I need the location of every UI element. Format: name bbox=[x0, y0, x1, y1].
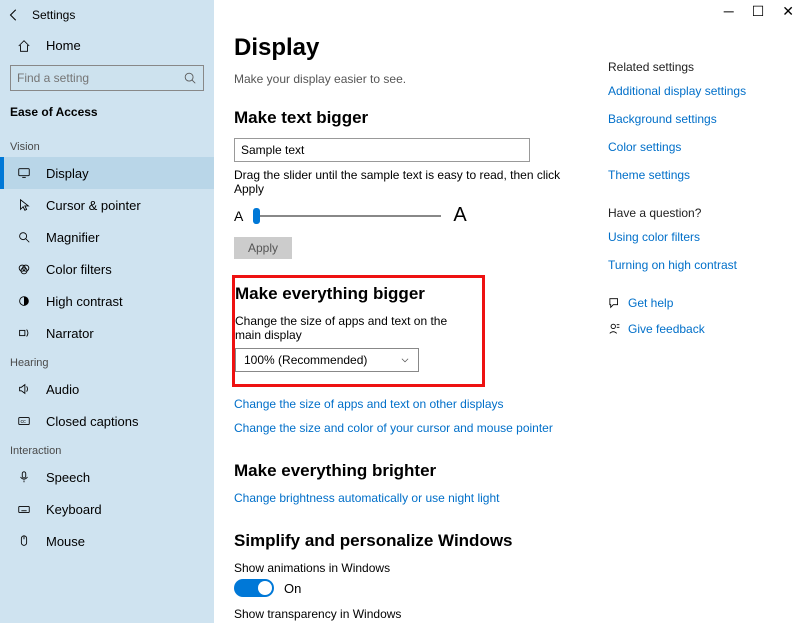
animations-toggle[interactable] bbox=[234, 579, 274, 597]
chevron-down-icon bbox=[400, 355, 410, 365]
transparency-label: Show transparency in Windows bbox=[234, 607, 584, 621]
sidebar-item-label: Mouse bbox=[46, 534, 85, 549]
a-small-icon: A bbox=[234, 208, 243, 224]
speech-icon bbox=[16, 470, 32, 484]
sidebar-item-mouse[interactable]: Mouse bbox=[0, 525, 214, 557]
link-brightness[interactable]: Change brightness automatically or use n… bbox=[234, 491, 584, 505]
home-label: Home bbox=[46, 38, 81, 53]
svg-text:cc: cc bbox=[21, 419, 27, 425]
sidebar-item-cursor[interactable]: Cursor & pointer bbox=[0, 189, 214, 221]
get-help-link[interactable]: Get help bbox=[608, 296, 778, 310]
sidebar-item-label: Cursor & pointer bbox=[46, 198, 141, 213]
back-icon[interactable] bbox=[0, 8, 28, 22]
dropdown-value: 100% (Recommended) bbox=[244, 353, 367, 367]
sidebar-item-label: High contrast bbox=[46, 294, 123, 309]
sidebar-item-colorfilters[interactable]: Color filters bbox=[0, 253, 214, 285]
keyboard-icon bbox=[16, 502, 32, 516]
related-link[interactable]: Additional display settings bbox=[608, 84, 778, 98]
slider-hint: Drag the slider until the sample text is… bbox=[234, 168, 584, 196]
related-link[interactable]: Theme settings bbox=[608, 168, 778, 182]
sidebar-item-label: Audio bbox=[46, 382, 79, 397]
sidebar-item-narrator[interactable]: Narrator bbox=[0, 317, 214, 349]
feedback-icon bbox=[608, 322, 628, 336]
animations-label: Show animations in Windows bbox=[234, 561, 584, 575]
text-size-slider[interactable] bbox=[253, 215, 441, 217]
sidebar-item-label: Color filters bbox=[46, 262, 112, 277]
sidebar-item-label: Keyboard bbox=[46, 502, 102, 517]
close-button[interactable]: ✕ bbox=[782, 4, 794, 18]
app-title: Settings bbox=[28, 8, 75, 22]
related-heading: Related settings bbox=[608, 60, 778, 74]
link-cursor-size[interactable]: Change the size and color of your cursor… bbox=[234, 421, 584, 435]
sidebar-item-audio[interactable]: Audio bbox=[0, 373, 214, 405]
feedback-link[interactable]: Give feedback bbox=[608, 322, 778, 336]
home-icon bbox=[16, 39, 32, 53]
scale-label: Change the size of apps and text on the … bbox=[235, 314, 472, 342]
sidebar-item-captions[interactable]: cc Closed captions bbox=[0, 405, 214, 437]
sidebar-item-label: Display bbox=[46, 166, 89, 181]
sidebar-item-label: Magnifier bbox=[46, 230, 99, 245]
highlighted-section: Make everything bigger Change the size o… bbox=[232, 275, 485, 387]
slider-thumb[interactable] bbox=[253, 208, 260, 224]
narrator-icon bbox=[16, 326, 32, 340]
help-icon bbox=[608, 297, 628, 309]
section-brighter-heading: Make everything brighter bbox=[234, 461, 584, 481]
nav-group-label: Interaction bbox=[0, 437, 214, 461]
question-link[interactable]: Turning on high contrast bbox=[608, 258, 778, 272]
audio-icon bbox=[16, 382, 32, 396]
question-heading: Have a question? bbox=[608, 206, 778, 220]
search-icon bbox=[183, 71, 197, 85]
colorfilters-icon bbox=[16, 262, 32, 276]
page-subtitle: Make your display easier to see. bbox=[234, 72, 584, 86]
sidebar-item-highcontrast[interactable]: High contrast bbox=[0, 285, 214, 317]
cursor-icon bbox=[16, 198, 32, 212]
a-big-icon: A bbox=[453, 204, 466, 227]
sidebar-item-label: Narrator bbox=[46, 326, 94, 341]
scale-dropdown[interactable]: 100% (Recommended) bbox=[235, 348, 419, 372]
page-title: Display bbox=[234, 34, 584, 62]
nav-group-label: Hearing bbox=[0, 349, 214, 373]
magnifier-icon bbox=[16, 230, 32, 244]
sidebar-item-display[interactable]: Display bbox=[0, 157, 214, 189]
related-link[interactable]: Color settings bbox=[608, 140, 778, 154]
sidebar-item-magnifier[interactable]: Magnifier bbox=[0, 221, 214, 253]
sidebar-item-keyboard[interactable]: Keyboard bbox=[0, 493, 214, 525]
sample-text-input[interactable] bbox=[234, 138, 530, 162]
section-bigger-heading: Make everything bigger bbox=[235, 284, 472, 304]
highcontrast-icon bbox=[16, 294, 32, 308]
main-panel: ─ ☐ ✕ Display Make your display easier t… bbox=[214, 0, 800, 623]
search-input[interactable] bbox=[10, 65, 204, 91]
sidebar-item-label: Speech bbox=[46, 470, 90, 485]
display-icon bbox=[16, 166, 32, 180]
question-link[interactable]: Using color filters bbox=[608, 230, 778, 244]
section-text-heading: Make text bigger bbox=[234, 108, 584, 128]
sidebar-item-speech[interactable]: Speech bbox=[0, 461, 214, 493]
sidebar-item-label: Closed captions bbox=[46, 414, 139, 429]
search-field[interactable] bbox=[17, 71, 183, 85]
page-label: Ease of Access bbox=[0, 99, 214, 133]
mouse-icon bbox=[16, 534, 32, 548]
minimize-button[interactable]: ─ bbox=[724, 4, 734, 18]
captions-icon: cc bbox=[16, 414, 32, 428]
section-simplify-heading: Simplify and personalize Windows bbox=[234, 531, 584, 551]
related-link[interactable]: Background settings bbox=[608, 112, 778, 126]
maximize-button[interactable]: ☐ bbox=[752, 4, 765, 18]
apply-button[interactable]: Apply bbox=[234, 237, 292, 259]
animations-value: On bbox=[284, 581, 301, 596]
home-button[interactable]: Home bbox=[0, 34, 214, 57]
nav-group-label: Vision bbox=[0, 133, 214, 157]
link-other-displays[interactable]: Change the size of apps and text on othe… bbox=[234, 397, 584, 411]
sidebar: Settings Home Ease of Access Vision Displ… bbox=[0, 0, 214, 623]
